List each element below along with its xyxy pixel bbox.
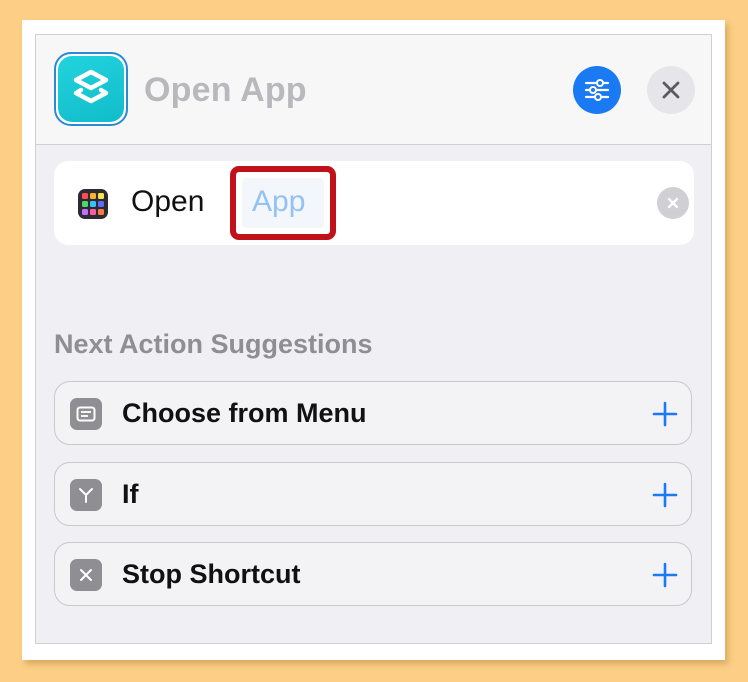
plus-icon	[652, 401, 678, 427]
open-app-action-card: Open App	[54, 161, 694, 245]
menu-icon	[70, 398, 102, 430]
stop-x-icon	[70, 559, 102, 591]
sliders-icon	[584, 79, 610, 101]
action-panel: Open App Open App Next Action Suggestion…	[35, 34, 712, 644]
clear-button[interactable]	[657, 187, 689, 219]
suggestion-choose-from-menu[interactable]: Choose from Menu	[54, 381, 692, 445]
add-suggestion-button[interactable]	[649, 555, 681, 595]
suggestion-label: Stop Shortcut	[122, 559, 301, 589]
add-suggestion-button[interactable]	[649, 394, 681, 434]
page-title: Open App	[144, 71, 307, 109]
plus-icon	[652, 482, 678, 508]
suggestion-label: Choose from Menu	[122, 398, 367, 428]
action-verb: Open	[131, 185, 205, 218]
shortcuts-icon	[73, 69, 109, 104]
close-icon	[662, 81, 680, 99]
suggestions-heading: Next Action Suggestions	[54, 329, 373, 359]
suggestion-stop-shortcut[interactable]: Stop Shortcut	[54, 542, 692, 606]
plus-icon	[652, 562, 678, 588]
close-button[interactable]	[647, 66, 695, 114]
shortcuts-app-icon	[54, 52, 128, 126]
suggestion-if[interactable]: If	[54, 462, 692, 526]
settings-button[interactable]	[573, 66, 621, 114]
panel-header: Open App	[36, 35, 711, 145]
app-grid-icon	[78, 189, 108, 219]
highlight-box	[230, 166, 336, 240]
suggestion-label: If	[122, 479, 139, 509]
add-suggestion-button[interactable]	[649, 475, 681, 515]
clear-icon	[667, 197, 679, 209]
branch-icon	[70, 479, 102, 511]
